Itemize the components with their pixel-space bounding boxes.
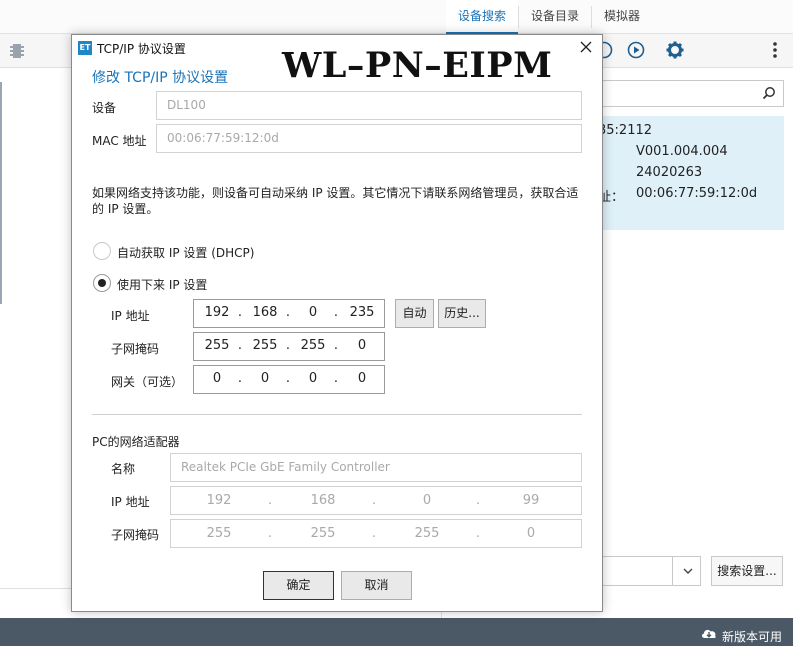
radio-dhcp[interactable]	[93, 242, 111, 260]
mask-dot: .	[333, 338, 339, 353]
gateway-dot: .	[237, 371, 243, 386]
gateway-input[interactable]: 0 . 0 . 0 . 0	[193, 365, 385, 394]
auto-button[interactable]: 自动	[395, 299, 434, 328]
search-settings-button[interactable]: 搜索设置...	[711, 556, 783, 586]
pc-mask-dot: .	[371, 526, 377, 541]
gateway-octet-4[interactable]: 0	[343, 371, 381, 386]
pc-ip-dot: .	[475, 493, 481, 508]
mask-octet-3[interactable]: 255	[294, 338, 332, 353]
app-logo-icon: ET	[78, 41, 92, 55]
mask-dot: .	[237, 338, 243, 353]
chip-icon[interactable]	[10, 42, 24, 60]
pc-ip-dot: .	[267, 493, 273, 508]
ip-octet-3[interactable]: 0	[294, 305, 332, 320]
gateway-octet-1[interactable]: 0	[198, 371, 236, 386]
tab-device-search[interactable]: 设备搜索	[446, 0, 519, 34]
mask-dot: .	[285, 338, 291, 353]
pc-mask-dot: .	[475, 526, 481, 541]
device-label: 设备	[92, 101, 117, 115]
gateway-dot: .	[333, 371, 339, 386]
history-button[interactable]: 历史...	[438, 299, 486, 328]
pc-mask-octet-1: 255	[206, 526, 232, 541]
top-tab-strip	[0, 0, 793, 34]
pc-ip-octet-1: 192	[206, 493, 232, 508]
mac-field: 00:06:77:59:12:0d	[156, 124, 582, 153]
tab-device-catalog[interactable]: 设备目录	[519, 0, 591, 34]
section-divider	[92, 414, 582, 415]
ok-button[interactable]: 确定	[263, 571, 334, 600]
mask-octet-2[interactable]: 255	[246, 338, 284, 353]
device-serial: 24020263	[636, 165, 703, 180]
left-scrollbar[interactable]	[0, 82, 2, 304]
pc-name-label: 名称	[111, 462, 136, 476]
pc-mask-octet-4: 0	[526, 526, 536, 541]
radio-static-ip-label[interactable]: 使用下来 IP 设置	[117, 276, 207, 293]
pc-mask-octet-3: 255	[414, 526, 440, 541]
mask-octet-1[interactable]: 255	[198, 338, 236, 353]
tcpip-settings-dialog: ET TCP/IP 协议设置 WL–PN–EIPM 修改 TCP/IP 协议设置…	[71, 34, 603, 612]
pc-ip-octet-4: 99	[522, 493, 540, 508]
ip-address-input[interactable]: 192 . 168 . 0 . 235	[193, 299, 385, 328]
cancel-button[interactable]: 取消	[341, 571, 412, 600]
subnet-mask-input[interactable]: 255 . 255 . 255 . 0	[193, 332, 385, 361]
ip-dot: .	[237, 305, 243, 320]
pc-ip-dot: .	[371, 493, 377, 508]
play-icon[interactable]	[626, 40, 646, 60]
gateway-octet-3[interactable]: 0	[294, 371, 332, 386]
gear-icon[interactable]	[665, 40, 685, 60]
pc-ip-octet-2: 168	[310, 493, 336, 508]
dialog-title: TCP/IP 协议设置	[97, 42, 186, 56]
pc-ip-field: 192 . 168 . 0 . 99	[170, 486, 582, 515]
device-version: V001.004.004	[636, 144, 728, 159]
tab-simulator[interactable]: 模拟器	[592, 0, 652, 34]
pc-adapter-section-title: PC的网络适配器	[92, 435, 180, 449]
info-text: 如果网络支持该功能，则设备可自动采纳 IP 设置。其它情况下请联系网络管理员，获…	[92, 186, 579, 216]
radio-static-ip[interactable]	[93, 274, 111, 292]
device-search-input[interactable]	[598, 80, 784, 107]
dialog-heading: 修改 TCP/IP 协议设置	[92, 70, 229, 86]
ip-octet-1[interactable]: 192	[198, 305, 236, 320]
gateway-octet-2[interactable]: 0	[246, 371, 284, 386]
ip-dot: .	[285, 305, 291, 320]
radio-dhcp-label[interactable]: 自动获取 IP 设置 (DHCP)	[117, 244, 254, 261]
ip-dot: .	[333, 305, 339, 320]
pc-mask-label: 子网掩码	[111, 528, 160, 542]
gateway-dot: .	[285, 371, 291, 386]
ip-octet-4[interactable]: 235	[343, 305, 381, 320]
device-port: 35:2112	[598, 123, 653, 138]
ip-label: IP 地址	[111, 309, 150, 323]
cloud-download-icon[interactable]	[700, 626, 718, 640]
combo-split	[672, 556, 673, 586]
close-icon[interactable]	[578, 39, 594, 55]
new-version-link[interactable]: 新版本可用	[722, 628, 782, 645]
mask-label: 子网掩码	[111, 342, 160, 356]
mask-octet-4[interactable]: 0	[343, 338, 381, 353]
overlay-title: WL–PN–EIPM	[282, 45, 553, 86]
pc-mask-field: 255 . 255 . 255 . 0	[170, 519, 582, 548]
pc-mask-octet-2: 255	[310, 526, 336, 541]
pc-mask-dot: .	[267, 526, 273, 541]
device-mac: 00:06:77:59:12:0d	[636, 186, 758, 201]
pc-ip-label: IP 地址	[111, 495, 150, 509]
status-bar	[0, 618, 793, 646]
mac-label: MAC 地址	[92, 134, 147, 148]
more-menu-icon[interactable]	[770, 40, 780, 60]
ip-octet-2[interactable]: 168	[246, 305, 284, 320]
search-icon[interactable]	[762, 86, 776, 100]
gateway-label: 网关（可选）	[111, 375, 184, 389]
pc-ip-octet-3: 0	[422, 493, 432, 508]
pc-adapter-name-field: Realtek PCIe GbE Family Controller	[170, 453, 582, 482]
device-field: DL100	[156, 91, 582, 120]
chevron-down-icon[interactable]	[682, 565, 694, 577]
